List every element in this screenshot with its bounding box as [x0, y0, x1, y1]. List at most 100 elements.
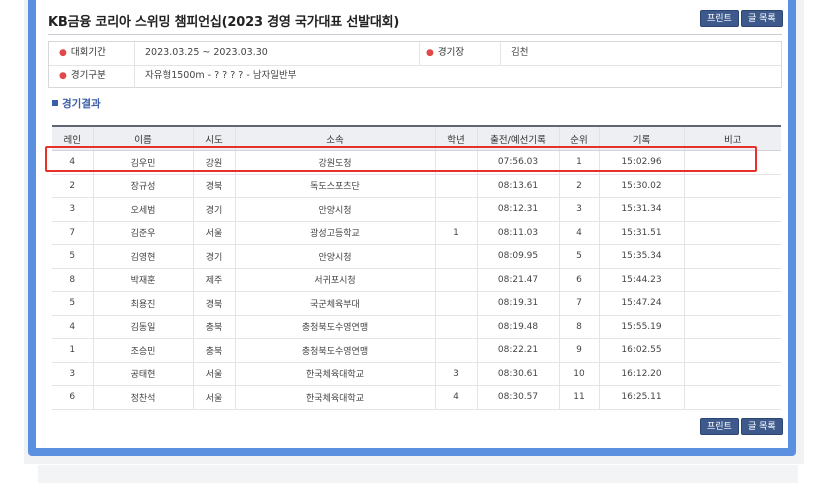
- cell-affiliation: 서귀포시청: [234, 268, 435, 292]
- cell-grade: [434, 174, 477, 198]
- cell-region: 서울: [192, 385, 235, 410]
- cell-name: 최용진: [92, 291, 193, 316]
- cell-affiliation: 광성고등학교: [234, 221, 435, 245]
- cell-lane: 6: [52, 385, 93, 410]
- table-row: 2 장규성 경북 독도스포츠단 08:13.61 2 15:30.02: [52, 174, 781, 198]
- cell-region: 제주: [192, 268, 235, 292]
- cell-record: 15:30.02: [598, 174, 684, 198]
- cell-region: 충북: [192, 338, 235, 363]
- info-row-period: ● 대회기간 2023.03.25 ~ 2023.03.30 ● 경기장 김천: [49, 42, 781, 66]
- bullet-icon: ●: [426, 48, 434, 58]
- cell-note: [683, 197, 781, 222]
- cell-rank: 9: [558, 338, 599, 363]
- cell-region: 경북: [192, 291, 235, 316]
- cell-entry-time: 08:30.57: [476, 385, 559, 410]
- cell-rank: 10: [558, 362, 599, 386]
- square-icon: [52, 100, 58, 106]
- cell-rank: 6: [558, 268, 599, 292]
- cell-note: [683, 268, 781, 292]
- info-box: ● 대회기간 2023.03.25 ~ 2023.03.30 ● 경기장 김천 ● 경…: [48, 41, 782, 88]
- cell-record: 15:55.19: [598, 315, 684, 339]
- cell-region: 서울: [192, 221, 235, 245]
- cell-lane: 5: [52, 291, 93, 316]
- cell-record: 15:31.51: [598, 221, 684, 245]
- cell-affiliation: 국군체육부대: [234, 291, 435, 316]
- cell-entry-time: 08:11.03: [476, 221, 559, 245]
- cell-affiliation: 한국체육대학교: [234, 362, 435, 386]
- table-row: 7 김준우 서울 광성고등학교 1 08:11.03 4 15:31.51: [52, 221, 781, 245]
- cell-name: 오세범: [92, 197, 193, 222]
- list-button-bottom[interactable]: 글 목록: [741, 418, 783, 435]
- cell-lane: 8: [52, 268, 93, 292]
- venue-value: 김천: [511, 47, 529, 58]
- cell-affiliation: 안양시청: [234, 244, 435, 269]
- cell-record: 15:44.23: [598, 268, 684, 292]
- cell-name: 김영현: [92, 244, 193, 269]
- cell-lane: 3: [52, 197, 93, 222]
- period-value: 2023.03.25 ~ 2023.03.30: [145, 47, 268, 58]
- cell-lane: 7: [52, 221, 93, 245]
- cell-region: 경기: [192, 244, 235, 269]
- bullet-icon: ●: [59, 48, 67, 58]
- print-button[interactable]: 프린트: [700, 10, 739, 27]
- cell-record: 15:31.34: [598, 197, 684, 222]
- cell-name: 박재훈: [92, 268, 193, 292]
- cell-record: 16:25.11: [598, 385, 684, 410]
- cell-grade: [434, 315, 477, 339]
- title-divider: [48, 34, 782, 35]
- event-value: 자유형1500m - ? ? ? ? - 남자일반부: [145, 70, 297, 81]
- cell-grade: [434, 291, 477, 316]
- cell-rank: 3: [558, 197, 599, 222]
- cell-rank: 11: [558, 385, 599, 410]
- event-label: ● 경기구분: [49, 65, 135, 88]
- cell-note: [683, 221, 781, 245]
- cell-lane: 5: [52, 244, 93, 269]
- cell-record: 15:35.34: [598, 244, 684, 269]
- cell-grade: [434, 197, 477, 222]
- cell-entry-time: 08:21.47: [476, 268, 559, 292]
- table-row: 6 정찬석 서울 한국체육대학교 4 08:30.57 11 16:25.11: [52, 385, 781, 410]
- cell-lane: 1: [52, 338, 93, 363]
- table-row: 1 조승민 충북 충청북도수영연맹 08:22.21 9 16:02.55: [52, 338, 781, 363]
- cell-lane: 3: [52, 362, 93, 386]
- cell-affiliation: 충청북도수영연맹: [234, 315, 435, 339]
- venue-label: ● 경기장: [419, 42, 501, 65]
- cell-rank: 7: [558, 291, 599, 316]
- cell-record: 16:12.20: [598, 362, 684, 386]
- table-row: 5 김영현 경기 안양시청 08:09.95 5 15:35.34: [52, 244, 781, 269]
- cell-grade: [434, 268, 477, 292]
- cell-entry-time: 08:13.61: [476, 174, 559, 198]
- cell-entry-time: 08:12.31: [476, 197, 559, 222]
- cell-name: 김준우: [92, 221, 193, 245]
- cell-region: 충북: [192, 315, 235, 339]
- table-row: 8 박재훈 제주 서귀포시청 08:21.47 6 15:44.23: [52, 268, 781, 292]
- bottom-strip: [38, 465, 798, 483]
- cell-note: [683, 385, 781, 410]
- cell-note: [683, 174, 781, 198]
- cell-note: [683, 291, 781, 316]
- cell-entry-time: 08:22.21: [476, 338, 559, 363]
- list-button[interactable]: 글 목록: [741, 10, 783, 27]
- cell-record: 16:02.55: [598, 338, 684, 363]
- table-row: 3 공태현 서울 한국체육대학교 3 08:30.61 10 16:12.20: [52, 362, 781, 386]
- cell-name: 정찬석: [92, 385, 193, 410]
- cell-rank: 5: [558, 244, 599, 269]
- cell-name: 김동일: [92, 315, 193, 339]
- cell-grade: [434, 244, 477, 269]
- table-row: 4 김동일 충북 충청북도수영연맹 08:19.48 8 15:55.19: [52, 315, 781, 339]
- info-row-event: ● 경기구분 자유형1500m - ? ? ? ? - 남자일반부: [49, 65, 781, 88]
- cell-grade: 4: [434, 385, 477, 410]
- cell-record: 15:47.24: [598, 291, 684, 316]
- print-button-bottom[interactable]: 프린트: [700, 418, 739, 435]
- cell-grade: 3: [434, 362, 477, 386]
- cell-affiliation: 한국체육대학교: [234, 385, 435, 410]
- cell-note: [683, 315, 781, 339]
- cell-entry-time: 08:09.95: [476, 244, 559, 269]
- cell-region: 경북: [192, 174, 235, 198]
- cell-name: 조승민: [92, 338, 193, 363]
- cell-entry-time: 08:30.61: [476, 362, 559, 386]
- cell-rank: 2: [558, 174, 599, 198]
- cell-name: 장규성: [92, 174, 193, 198]
- cell-lane: 2: [52, 174, 93, 198]
- cell-region: 경기: [192, 197, 235, 222]
